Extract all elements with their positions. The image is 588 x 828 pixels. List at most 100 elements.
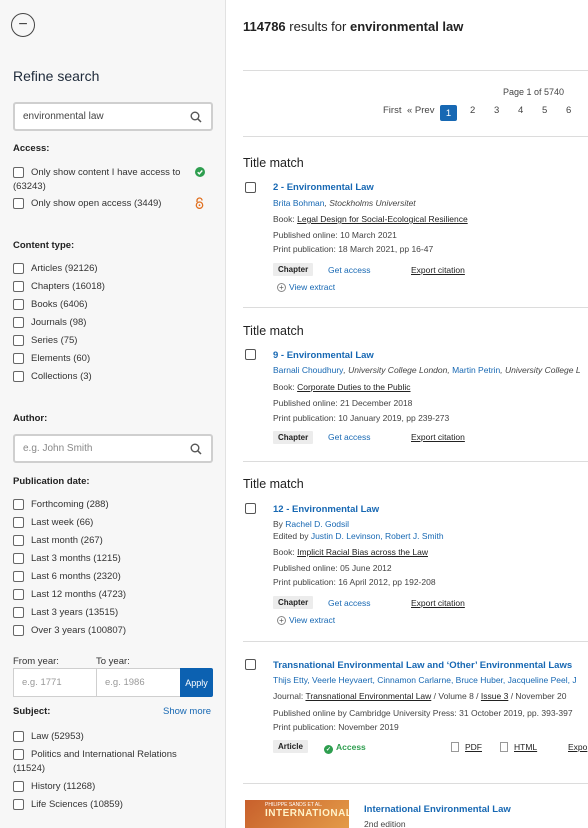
checkbox[interactable] — [13, 499, 24, 510]
checkbox[interactable] — [13, 353, 24, 364]
filter-life-sciences[interactable]: Life Sciences (10859) — [13, 798, 123, 811]
pdf-link[interactable]: PDF — [451, 742, 482, 752]
filter-forthcoming[interactable]: Forthcoming (288) — [13, 498, 109, 511]
filter-books[interactable]: Books (6406) — [13, 298, 88, 311]
filter-journals[interactable]: Journals (98) — [13, 316, 86, 329]
result-title-link[interactable]: 9 - Environmental Law — [273, 350, 374, 361]
from-year-input[interactable]: e.g. 1771 — [13, 668, 97, 697]
collapse-sidebar-icon[interactable]: − — [11, 13, 35, 37]
checkbox[interactable] — [13, 317, 24, 328]
filter-chapters[interactable]: Chapters (16018) — [13, 280, 105, 293]
pager-page-4[interactable]: 4 — [518, 105, 523, 116]
access-label: Access — [336, 742, 366, 752]
search-icon[interactable] — [190, 443, 202, 455]
filter-label-count: (63243) — [13, 181, 46, 192]
result-title-link[interactable]: Transnational Environmental Law and ‘Oth… — [273, 660, 572, 671]
result-checkbox[interactable] — [245, 503, 256, 514]
filter-politics[interactable]: Politics and International Relations — [13, 748, 177, 761]
result-authors[interactable]: Thijs Etty, Veerle Heyvaert, Cinnamon Ca… — [273, 675, 577, 685]
pager-page-5[interactable]: 5 — [542, 105, 547, 116]
apply-year-button[interactable]: Apply — [180, 668, 213, 697]
book-cover-image[interactable]: PHILIPPE SANDS ET AL. INTERNATIONAL — [245, 800, 349, 828]
view-extract-link[interactable]: + View extract — [277, 615, 335, 625]
checkbox[interactable] — [13, 167, 24, 178]
checkbox[interactable] — [13, 335, 24, 346]
plus-icon: + — [277, 282, 286, 292]
get-access-link[interactable]: Get access — [328, 265, 371, 275]
filter-last-week[interactable]: Last week (66) — [13, 516, 93, 529]
search-icon[interactable] — [190, 111, 202, 123]
export-citation-link[interactable]: Export citation — [411, 432, 465, 442]
filter-articles[interactable]: Articles (92126) — [13, 262, 98, 275]
issue-link[interactable]: Issue 3 — [481, 691, 508, 701]
author-link[interactable]: Brita Bohman — [273, 198, 325, 208]
view-extract-link[interactable]: + View extract — [277, 282, 335, 292]
pager-page-6[interactable]: 6 — [566, 105, 571, 116]
filter-elements[interactable]: Elements (60) — [13, 352, 90, 365]
pager-prev[interactable]: « Prev — [407, 105, 434, 116]
author-link[interactable]: Martin Petrin — [452, 365, 500, 375]
editor-links[interactable]: Justin D. Levinson, Robert J. Smith — [311, 531, 444, 541]
export-citation-link[interactable]: Export citation — [411, 265, 465, 275]
book-link[interactable]: Legal Design for Social-Ecological Resil… — [297, 214, 468, 224]
filter-label: Last month (267) — [31, 535, 103, 546]
checkbox[interactable] — [13, 299, 24, 310]
checkbox[interactable] — [13, 589, 24, 600]
result-checkbox[interactable] — [245, 349, 256, 360]
checkbox[interactable] — [13, 371, 24, 382]
pager-page-3[interactable]: 3 — [494, 105, 499, 116]
checkbox[interactable] — [13, 781, 24, 792]
filter-history[interactable]: History (11268) — [13, 780, 95, 793]
author-affiliation: , University College London, — [343, 365, 453, 375]
result-checkbox[interactable] — [245, 659, 256, 670]
result-title-link[interactable]: International Environmental Law — [364, 804, 511, 815]
filter-last-month[interactable]: Last month (267) — [13, 534, 103, 547]
author-link[interactable]: Rachel D. Godsil — [285, 519, 349, 529]
checkbox[interactable] — [13, 198, 24, 209]
html-link[interactable]: HTML — [500, 742, 537, 752]
content-type-title: Content type: — [13, 240, 75, 251]
result-checkbox[interactable] — [245, 182, 256, 193]
checkbox[interactable] — [13, 517, 24, 528]
filter-last-12-months[interactable]: Last 12 months (4723) — [13, 588, 126, 601]
volume-text: / Volume 8 / — [431, 691, 481, 701]
export-citation-link[interactable]: Expo — [568, 742, 587, 752]
checkbox[interactable] — [13, 625, 24, 636]
get-access-link[interactable]: Get access — [328, 598, 371, 608]
checkbox[interactable] — [13, 263, 24, 274]
author-search-input[interactable]: e.g. John Smith — [13, 434, 213, 463]
checkbox[interactable] — [13, 571, 24, 582]
filter-collections[interactable]: Collections (3) — [13, 370, 92, 383]
filter-open-access[interactable]: Only show open access (3449) — [13, 197, 161, 210]
pager-page-2[interactable]: 2 — [470, 105, 475, 116]
checkbox[interactable] — [13, 281, 24, 292]
book-link[interactable]: Corporate Duties to the Public — [297, 382, 410, 392]
view-extract-label: View extract — [289, 615, 336, 625]
subject-show-more-link[interactable]: Show more — [163, 706, 211, 717]
get-access-link[interactable]: Get access — [328, 432, 371, 442]
book-link[interactable]: Implicit Racial Bias across the Law — [297, 547, 428, 557]
checkbox[interactable] — [13, 553, 24, 564]
checkbox[interactable] — [13, 607, 24, 618]
filter-last-6-months[interactable]: Last 6 months (2320) — [13, 570, 121, 583]
filter-law[interactable]: Law (52953) — [13, 730, 84, 743]
filter-only-access[interactable]: Only show content I have access to — [13, 166, 180, 179]
pager-page-1[interactable]: 1 — [440, 105, 457, 121]
filter-last-3-months[interactable]: Last 3 months (1215) — [13, 552, 121, 565]
journal-link[interactable]: Transnational Environmental Law — [305, 691, 431, 701]
filter-over-3-years[interactable]: Over 3 years (100807) — [13, 624, 126, 637]
export-citation-link[interactable]: Export citation — [411, 598, 465, 608]
filter-last-3-years[interactable]: Last 3 years (13515) — [13, 606, 118, 619]
checkbox[interactable] — [13, 731, 24, 742]
result-title-link[interactable]: 12 - Environmental Law — [273, 504, 379, 515]
filter-series[interactable]: Series (75) — [13, 334, 77, 347]
result-title-link[interactable]: 2 - Environmental Law — [273, 182, 374, 193]
pager-first[interactable]: First — [383, 105, 401, 116]
author-link[interactable]: Barnali Choudhury — [273, 365, 343, 375]
checkbox[interactable] — [13, 749, 24, 760]
refine-search-input[interactable]: environmental law — [13, 102, 213, 131]
checkbox[interactable] — [13, 535, 24, 546]
content-type-badge: Article — [273, 740, 308, 753]
checkbox[interactable] — [13, 799, 24, 810]
to-year-input[interactable]: e.g. 1986 — [96, 668, 181, 697]
